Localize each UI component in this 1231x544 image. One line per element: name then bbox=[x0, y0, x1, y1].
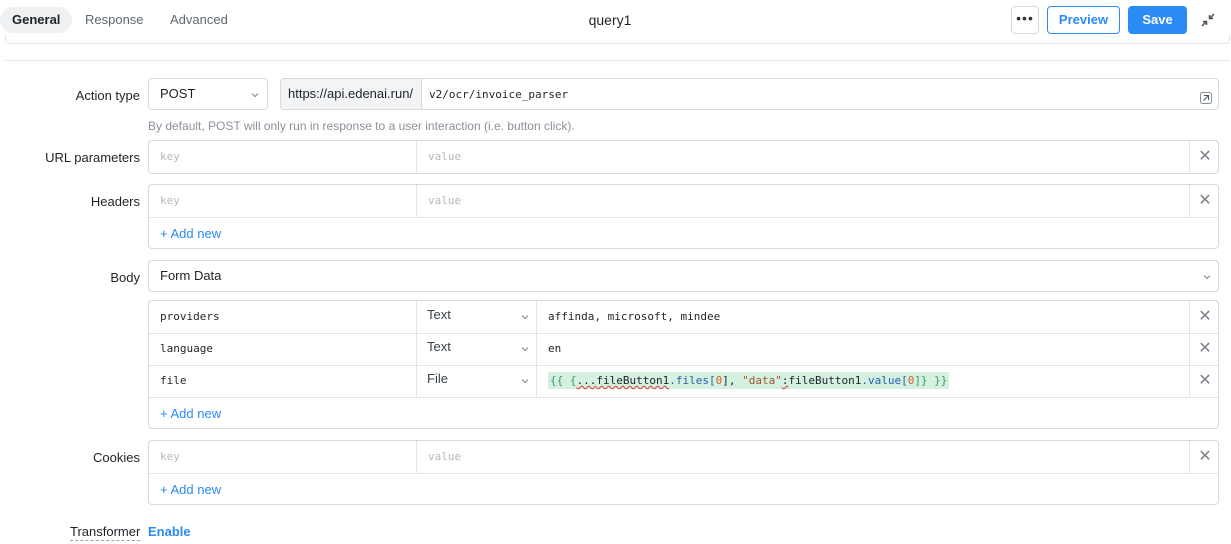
column-divider bbox=[1189, 141, 1190, 173]
chevron-down-icon bbox=[521, 379, 529, 384]
cookies-table: key value ✕ + Add new bbox=[148, 440, 1219, 505]
body-row-value[interactable]: {{ {...fileButton1.files[0], "data":file… bbox=[548, 365, 950, 397]
add-header-button[interactable]: + Add new bbox=[160, 226, 221, 241]
body-form-table: providers Text affinda, microsoft, minde… bbox=[148, 300, 1219, 429]
row-divider bbox=[149, 217, 1218, 218]
cookie-key-input[interactable]: key bbox=[160, 441, 180, 473]
column-divider bbox=[1189, 301, 1190, 397]
more-options-button[interactable]: ••• bbox=[1011, 6, 1039, 34]
body-row-type-select[interactable]: File bbox=[427, 363, 448, 395]
remove-row-icon[interactable]: ✕ bbox=[1191, 185, 1219, 217]
body-row-key[interactable]: file bbox=[160, 365, 187, 397]
preview-button[interactable]: Preview bbox=[1047, 6, 1120, 34]
remove-row-icon[interactable]: ✕ bbox=[1191, 333, 1219, 365]
remove-row-icon[interactable]: ✕ bbox=[1191, 441, 1219, 473]
url-field: https://api.edenai.run/ v2/ocr/invoice_p… bbox=[280, 78, 1219, 110]
previous-section-edge bbox=[5, 34, 1230, 44]
column-divider bbox=[416, 185, 417, 217]
cookie-value-input[interactable]: value bbox=[428, 441, 461, 473]
url-parameters-table: key value ✕ bbox=[148, 140, 1219, 174]
chevron-down-icon bbox=[521, 347, 529, 352]
remove-row-icon[interactable]: ✕ bbox=[1191, 365, 1219, 397]
column-divider bbox=[416, 301, 417, 397]
row-divider bbox=[149, 397, 1218, 398]
collapse-icon[interactable] bbox=[1199, 11, 1217, 29]
remove-row-icon[interactable]: ✕ bbox=[1191, 301, 1219, 333]
action-type-label: Action type bbox=[75, 88, 140, 103]
url-path-input[interactable]: v2/ocr/invoice_parser bbox=[429, 79, 568, 111]
method-select[interactable]: POST bbox=[148, 78, 268, 110]
body-label: Body bbox=[110, 270, 140, 285]
row-divider bbox=[149, 333, 1218, 334]
section-divider bbox=[5, 60, 1230, 61]
save-button[interactable]: Save bbox=[1128, 6, 1187, 34]
code-highlight: {{ {...fileButton1.files[0], "data":file… bbox=[548, 372, 950, 389]
url-parameters-label: URL parameters bbox=[45, 150, 140, 165]
column-divider bbox=[536, 301, 537, 397]
body-row-value[interactable]: affinda, microsoft, mindee bbox=[548, 301, 720, 333]
header-value-input[interactable]: value bbox=[428, 185, 461, 217]
headers-table: key value ✕ + Add new bbox=[148, 184, 1219, 249]
column-divider bbox=[416, 141, 417, 173]
cookies-label: Cookies bbox=[93, 450, 140, 465]
column-divider bbox=[1189, 185, 1190, 217]
chevron-down-icon bbox=[1203, 275, 1211, 280]
url-param-key-input[interactable]: key bbox=[160, 141, 180, 173]
chevron-down-icon bbox=[251, 93, 259, 98]
body-row-key[interactable]: language bbox=[160, 333, 213, 365]
body-row-type-select[interactable]: Text bbox=[427, 299, 451, 331]
chevron-down-icon bbox=[521, 315, 529, 320]
remove-row-icon[interactable]: ✕ bbox=[1191, 141, 1219, 173]
body-row-key[interactable]: providers bbox=[160, 301, 220, 333]
row-divider bbox=[149, 473, 1218, 474]
header-key-input[interactable]: key bbox=[160, 185, 180, 217]
body-type-value: Form Data bbox=[160, 268, 222, 283]
add-body-param-button[interactable]: + Add new bbox=[160, 406, 221, 421]
expand-editor-icon[interactable] bbox=[1200, 92, 1212, 104]
column-divider bbox=[416, 441, 417, 473]
method-value: POST bbox=[160, 86, 196, 101]
headers-label: Headers bbox=[90, 194, 140, 209]
body-row-type-select[interactable]: Text bbox=[427, 331, 451, 363]
url-param-value-input[interactable]: value bbox=[428, 141, 461, 173]
transformer-enable-link[interactable]: Enable bbox=[148, 524, 191, 540]
body-type-select[interactable]: Form Data bbox=[148, 260, 1219, 292]
action-type-hint: By default, POST will only run in respon… bbox=[148, 119, 575, 133]
body-row-value[interactable]: en bbox=[548, 333, 561, 365]
transformer-label: Transformer bbox=[70, 524, 141, 541]
base-url-text: https://api.edenai.run/ bbox=[288, 86, 414, 101]
base-url-prefix: https://api.edenai.run/ bbox=[281, 79, 422, 109]
column-divider bbox=[1189, 441, 1190, 473]
add-cookie-button[interactable]: + Add new bbox=[160, 482, 221, 497]
